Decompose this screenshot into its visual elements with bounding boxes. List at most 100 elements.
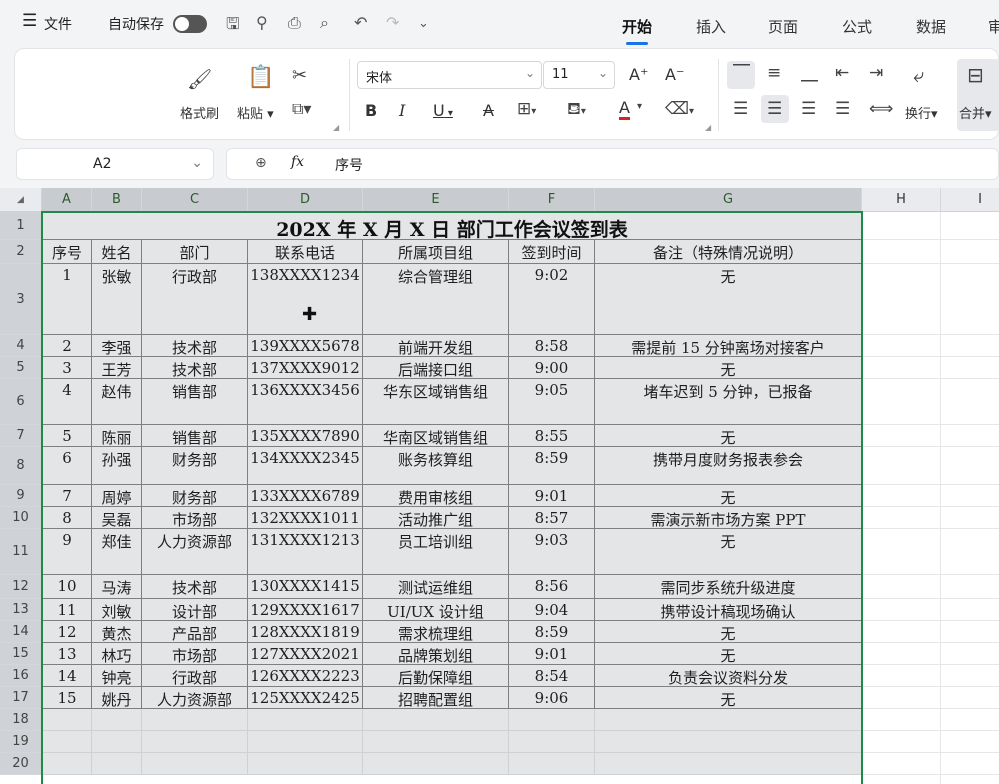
table-cell[interactable]: 无	[595, 264, 862, 335]
table-cell[interactable]: 9:01	[509, 485, 595, 507]
table-cell[interactable]: 9	[42, 529, 92, 575]
clipboard-expand-icon[interactable]: ◢	[333, 123, 339, 132]
table-cell[interactable]: 8:59	[509, 621, 595, 643]
table-cell[interactable]: 华东区域销售组	[363, 379, 509, 425]
table-cell[interactable]: 张敏	[92, 264, 142, 335]
table-cell[interactable]: 3	[42, 357, 92, 379]
table-cell[interactable]: 9:02	[509, 264, 595, 335]
row-header-7[interactable]: 7	[0, 425, 42, 447]
table-cell[interactable]: 测试运维组	[363, 575, 509, 599]
table-cell[interactable]: 品牌策划组	[363, 643, 509, 665]
fx-icon[interactable]: fx	[291, 154, 304, 170]
table-cell[interactable]: 人力资源部	[142, 687, 248, 709]
table-cell[interactable]: 无	[595, 357, 862, 379]
column-header-d[interactable]: D	[248, 188, 363, 212]
table-cell[interactable]: 127XXXX2021	[248, 643, 363, 665]
table-cell[interactable]: 负责会议资料分发	[595, 665, 862, 687]
formula-input[interactable]: ⊕ fx 序号	[226, 148, 999, 180]
row-header-16[interactable]: 16	[0, 665, 42, 687]
table-cell[interactable]: 9:01	[509, 643, 595, 665]
table-cell[interactable]: 赵伟	[92, 379, 142, 425]
table-cell[interactable]: 128XXXX1819	[248, 621, 363, 643]
table-cell[interactable]: 刘敏	[92, 599, 142, 621]
row-header-6[interactable]: 6	[0, 379, 42, 425]
print-icon[interactable]: ⎙	[288, 13, 301, 33]
table-cell[interactable]: 130XXXX1415	[248, 575, 363, 599]
header-cell[interactable]: 序号	[42, 240, 92, 264]
tab-data[interactable]: 数据	[916, 16, 946, 37]
wrap-text-icon[interactable]: ⤶	[913, 63, 924, 87]
share-icon[interactable]: ⚲	[256, 13, 268, 32]
table-cell[interactable]: 综合管理组	[363, 264, 509, 335]
table-cell[interactable]: 136XXXX3456	[248, 379, 363, 425]
redo-icon[interactable]: ↷	[386, 13, 399, 32]
table-cell[interactable]: 携带月度财务报表参会	[595, 447, 862, 485]
table-cell[interactable]: 需同步系统升级进度	[595, 575, 862, 599]
spreadsheet-grid[interactable]: ◢ A B C D E F G H I 1 2 3 4 5 6 7 8 9 10 11 12 13 14 15 16 17 18 19…	[0, 188, 999, 784]
table-cell[interactable]: 需求梳理组	[363, 621, 509, 643]
font-grow-button[interactable]: A⁺	[629, 65, 648, 84]
table-cell[interactable]: 员工培训组	[363, 529, 509, 575]
table-cell[interactable]: 137XXXX9012	[248, 357, 363, 379]
table-cell[interactable]: 10	[42, 575, 92, 599]
table-cell[interactable]: 市场部	[142, 507, 248, 529]
row-header-9[interactable]: 9	[0, 485, 42, 507]
table-cell[interactable]: 9:04	[509, 599, 595, 621]
column-header-a[interactable]: A	[42, 188, 92, 212]
row-header-8[interactable]: 8	[0, 447, 42, 485]
table-cell[interactable]: 产品部	[142, 621, 248, 643]
table-cell[interactable]: 9:05	[509, 379, 595, 425]
table-cell[interactable]: 2	[42, 335, 92, 357]
strikethrough-button[interactable]: A	[483, 101, 494, 120]
zoom-formula-icon[interactable]: ⊕	[255, 155, 267, 171]
fill-color-icon[interactable]: ⛾▾	[567, 99, 586, 121]
table-cell[interactable]: 账务核算组	[363, 447, 509, 485]
borders-icon[interactable]: ⊞▾	[517, 99, 536, 119]
table-cell[interactable]: 8	[42, 507, 92, 529]
row-header-14[interactable]: 14	[0, 621, 42, 643]
align-bottom-icon[interactable]: ⎽	[801, 63, 818, 83]
row-header-19[interactable]: 19	[0, 731, 42, 753]
table-cell[interactable]: 8:59	[509, 447, 595, 485]
align-top-icon[interactable]: ⎺	[733, 63, 750, 83]
table-cell[interactable]: 8:56	[509, 575, 595, 599]
merge-cells-icon[interactable]: ⊟	[967, 63, 984, 87]
merge-button[interactable]: 合并▾	[959, 103, 992, 122]
table-cell[interactable]: 139XXXX5678	[248, 335, 363, 357]
select-all-corner[interactable]: ◢	[0, 188, 42, 212]
hamburger-icon[interactable]: ☰	[22, 11, 37, 31]
table-cell[interactable]: 8:58	[509, 335, 595, 357]
row-header-3[interactable]: 3	[0, 264, 42, 335]
table-cell[interactable]: 后勤保障组	[363, 665, 509, 687]
table-cell[interactable]: 8:55	[509, 425, 595, 447]
table-cell[interactable]: 无	[595, 425, 862, 447]
table-cell[interactable]: 招聘配置组	[363, 687, 509, 709]
format-painter-icon[interactable]: 🖌	[187, 67, 212, 91]
italic-button[interactable]: I	[399, 101, 405, 120]
header-cell[interactable]: 签到时间	[509, 240, 595, 264]
column-header-g[interactable]: G	[595, 188, 862, 212]
save-icon[interactable]: 🖫	[226, 13, 240, 40]
row-header-15[interactable]: 15	[0, 643, 42, 665]
table-cell[interactable]: 后端接口组	[363, 357, 509, 379]
table-cell[interactable]: 11	[42, 599, 92, 621]
row-header-11[interactable]: 11	[0, 529, 42, 575]
table-cell[interactable]: 133XXXX6789	[248, 485, 363, 507]
tab-review[interactable]: 审	[988, 16, 999, 37]
justify-icon[interactable]: ☰	[835, 99, 850, 119]
autosave-toggle[interactable]	[173, 15, 207, 33]
table-cell[interactable]: 7	[42, 485, 92, 507]
table-cell[interactable]: 财务部	[142, 447, 248, 485]
table-cell[interactable]: 行政部	[142, 665, 248, 687]
font-size-select[interactable]: 11 ⌄	[543, 61, 615, 89]
font-color-button[interactable]: A	[619, 99, 630, 120]
table-cell[interactable]: 6	[42, 447, 92, 485]
table-cell[interactable]: 林巧	[92, 643, 142, 665]
table-cell[interactable]: 郑佳	[92, 529, 142, 575]
table-cell[interactable]: 135XXXX7890	[248, 425, 363, 447]
align-middle-icon[interactable]: ≡	[767, 63, 781, 83]
font-expand-icon[interactable]: ◢	[705, 123, 711, 132]
align-left-icon[interactable]: ☰	[733, 99, 748, 119]
table-cell[interactable]: 15	[42, 687, 92, 709]
table-cell[interactable]: 孙强	[92, 447, 142, 485]
